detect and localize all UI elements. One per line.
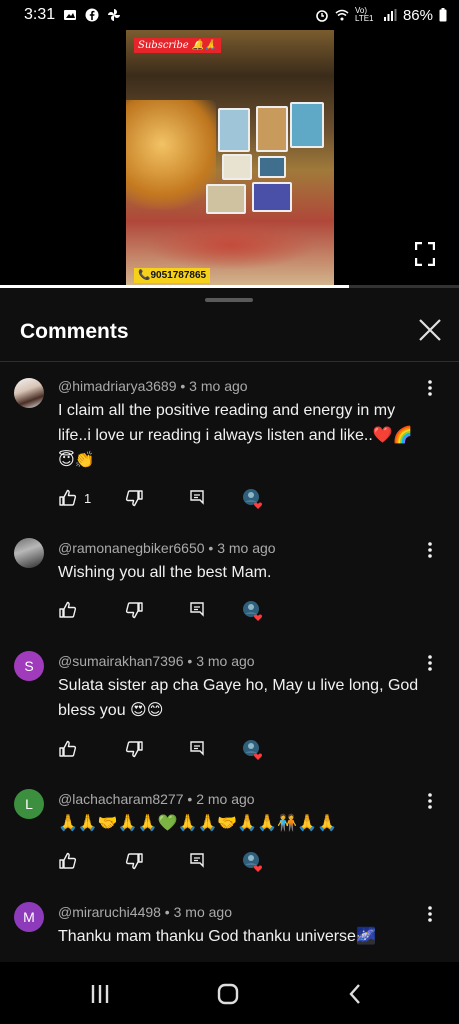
tarot-card xyxy=(290,102,324,148)
like-button[interactable]: 1 xyxy=(58,488,91,508)
tarot-card xyxy=(218,108,250,152)
recent-apps-icon[interactable] xyxy=(88,982,112,1006)
tarot-card xyxy=(206,184,246,214)
dislike-button[interactable] xyxy=(124,600,144,620)
comment-actions: 1 xyxy=(58,488,288,510)
like-button[interactable] xyxy=(58,739,78,759)
comment-text: 🙏🙏🤝🙏🙏💚🙏🙏🤝🙏🙏🧑‍🤝‍🧑🙏🙏 xyxy=(58,815,337,832)
creator-heart-icon xyxy=(242,488,264,510)
more-options-icon[interactable] xyxy=(422,791,438,811)
status-left: 3:31 xyxy=(24,6,121,24)
video-frame[interactable] xyxy=(126,30,334,285)
tarot-card xyxy=(222,154,252,180)
gallery-icon xyxy=(64,10,77,20)
like-button[interactable] xyxy=(58,851,78,871)
comment-text: I claim all the positive reading and ene… xyxy=(58,402,413,469)
like-count: 1 xyxy=(84,490,92,506)
status-right: Vo) LTE1 86% xyxy=(315,7,447,24)
status-time: 3:31 xyxy=(24,6,56,23)
comment-actions xyxy=(58,851,288,873)
video-player[interactable]: Subscribe 🔔🙏 📞9051787865 xyxy=(0,30,459,285)
wifi-icon xyxy=(335,9,349,21)
dislike-button[interactable] xyxy=(124,739,144,759)
comment-text: Thanku mam thanku God thanku universe🌌 xyxy=(58,928,376,945)
comment-meta: @himadriarya3689 • 3 mo ago xyxy=(58,378,248,394)
comment-meta: @ramonanegbiker6650 • 3 mo ago xyxy=(58,540,276,556)
battery-percent: 86% xyxy=(402,6,433,24)
fullscreen-icon[interactable] xyxy=(415,242,435,266)
like-button[interactable] xyxy=(58,600,78,620)
comment-meta: @sumairakhan7396 • 3 mo ago xyxy=(58,653,255,669)
more-options-icon[interactable] xyxy=(422,904,438,924)
home-icon[interactable] xyxy=(216,982,240,1006)
dislike-button[interactable] xyxy=(124,851,144,871)
pinwheel-icon xyxy=(108,9,121,21)
reply-button[interactable] xyxy=(188,488,206,506)
buddha-glow xyxy=(126,100,216,210)
more-options-icon[interactable] xyxy=(422,378,438,398)
system-nav-bar xyxy=(0,962,459,1024)
avatar[interactable]: M xyxy=(14,902,44,932)
reply-button[interactable] xyxy=(188,739,206,757)
creator-heart-icon xyxy=(242,851,264,873)
tarot-card xyxy=(258,156,286,178)
avatar[interactable]: L xyxy=(14,789,44,819)
back-icon[interactable] xyxy=(344,982,368,1006)
phone-badge: 📞9051787865 xyxy=(134,268,211,283)
reply-button[interactable] xyxy=(188,600,206,618)
red-cloth xyxy=(146,220,316,270)
status-bar: 3:31 Vo) LTE1 86% xyxy=(0,0,459,30)
alarm-icon xyxy=(316,10,328,22)
subscribe-badge: Subscribe 🔔🙏 xyxy=(134,38,221,53)
comment-text: Sulata sister ap cha Gaye ho, May u live… xyxy=(58,677,419,719)
tarot-card xyxy=(252,182,292,212)
avatar[interactable] xyxy=(14,538,44,568)
battery-icon xyxy=(439,8,447,22)
creator-heart-icon xyxy=(242,739,264,761)
creator-heart-icon xyxy=(242,600,264,622)
avatar[interactable]: S xyxy=(14,651,44,681)
comment-text: Wishing you all the best Mam. xyxy=(58,564,272,581)
close-icon[interactable] xyxy=(418,318,442,342)
comment-actions xyxy=(58,739,288,761)
comment-actions xyxy=(58,600,288,622)
header-divider xyxy=(0,361,459,362)
more-options-icon[interactable] xyxy=(422,540,438,560)
network-label: Vo) LTE1 xyxy=(354,6,374,23)
facebook-icon xyxy=(85,8,99,22)
dislike-button[interactable] xyxy=(124,488,144,508)
reply-button[interactable] xyxy=(188,851,206,869)
avatar[interactable] xyxy=(14,378,44,408)
tarot-card xyxy=(256,106,288,152)
comments-sheet: Comments @himadriarya3689 • 3 mo ago I cl… xyxy=(0,288,459,962)
comments-title: Comments xyxy=(20,320,129,343)
signal-icon xyxy=(383,9,397,21)
comment-meta: @lachacharam8277 • 2 mo ago xyxy=(58,791,255,807)
comment-meta: @miraruchi4498 • 3 mo ago xyxy=(58,904,232,920)
more-options-icon[interactable] xyxy=(422,653,438,673)
drag-handle[interactable] xyxy=(205,298,253,302)
